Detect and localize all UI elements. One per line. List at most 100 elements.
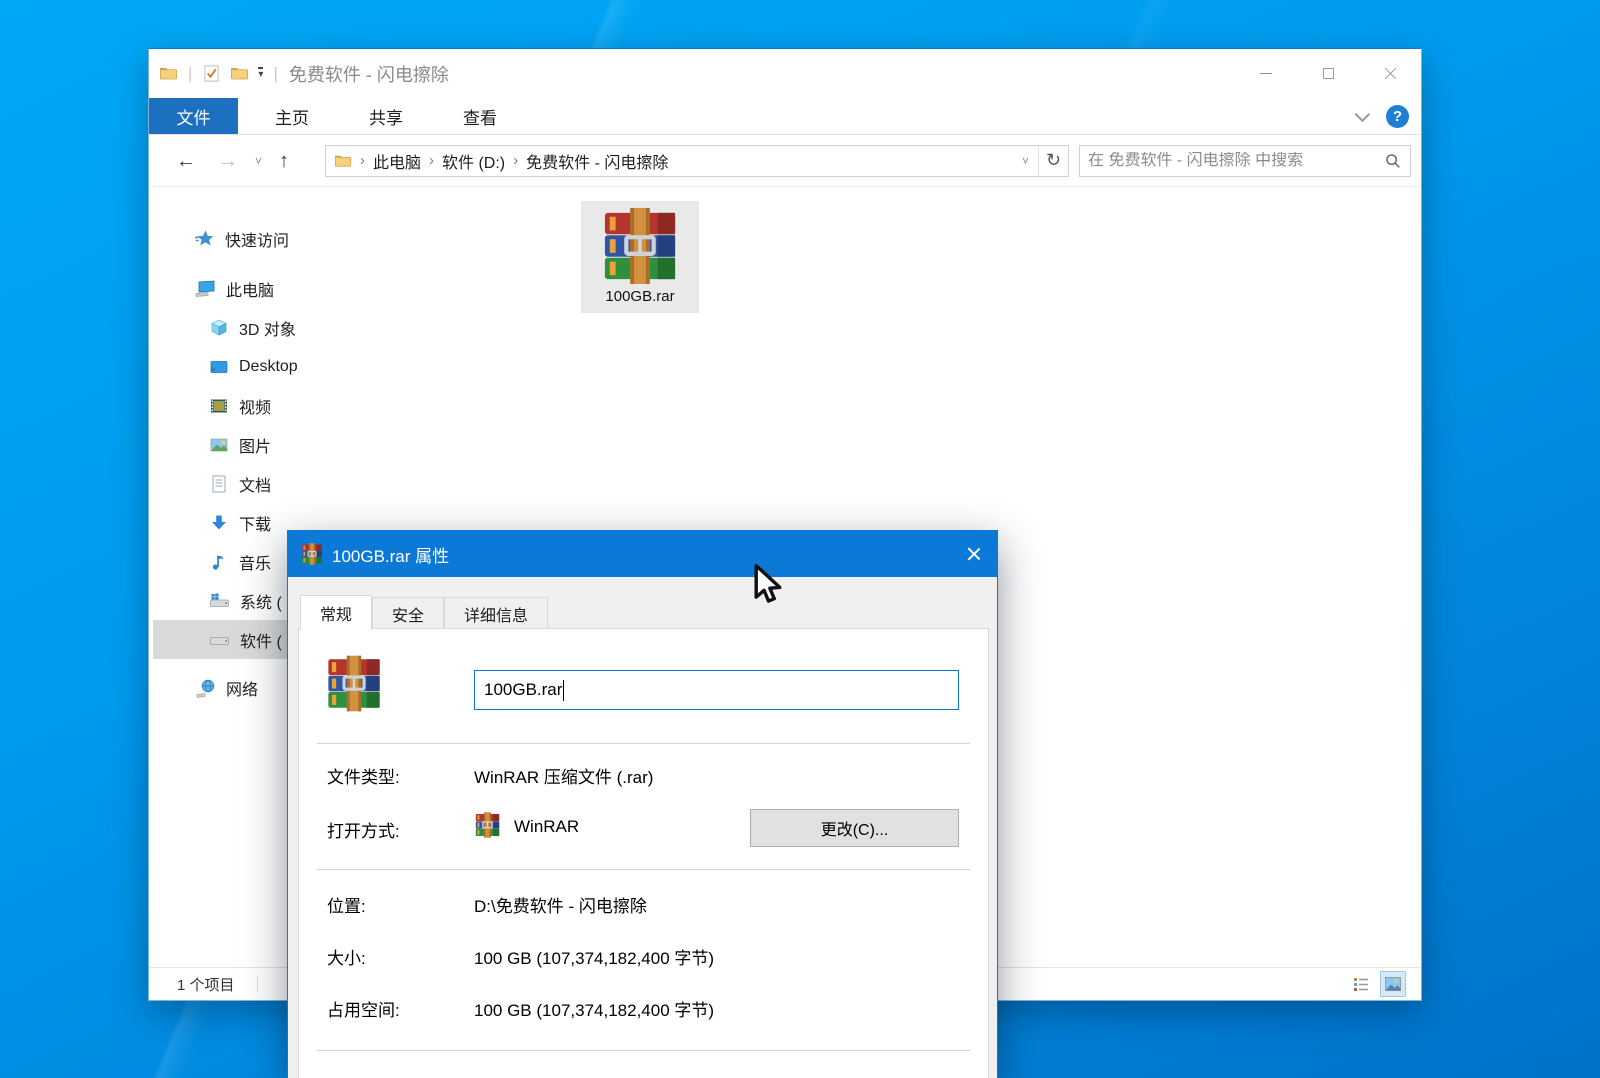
back-button[interactable]: ←	[165, 151, 207, 171]
divider	[317, 743, 970, 744]
sidebar-item-label: 软件 (	[240, 628, 282, 652]
help-icon[interactable]: ?	[1386, 105, 1409, 128]
text-caret	[563, 680, 564, 701]
maximize-button[interactable]	[1297, 49, 1359, 98]
sidebar-item-label: 视频	[239, 394, 271, 418]
forward-button[interactable]: →	[207, 151, 249, 171]
change-button[interactable]: 更改(C)...	[750, 809, 959, 847]
sidebar-item-videos[interactable]: 视频	[153, 386, 453, 425]
expand-ribbon-icon[interactable]	[1355, 106, 1371, 122]
tab-details[interactable]: 详细信息	[444, 597, 548, 630]
chevron-icon: ›	[511, 152, 520, 169]
quick-access-toolbar: | ▾ |	[159, 64, 279, 84]
window-title: 免费软件 - 闪电擦除	[289, 61, 449, 87]
file-type-label: 文件类型:	[327, 763, 400, 788]
chevron-icon: ›	[358, 152, 367, 169]
sidebar-item-quick-access[interactable]: 快速访问	[153, 219, 453, 258]
folder-icon[interactable]	[159, 64, 178, 83]
tab-general[interactable]: 常规	[300, 595, 372, 630]
address-bar[interactable]: › 此电脑 › 软件 (D:) › 免费软件 - 闪电擦除 ˅ ↻	[325, 145, 1069, 177]
quick-access-star-icon	[195, 229, 215, 249]
explorer-titlebar: | ▾ | 免费软件 - 闪电擦除	[149, 49, 1421, 98]
dialog-close-button[interactable]	[949, 531, 997, 577]
close-icon	[1384, 67, 1397, 80]
file-name-label: 100GB.rar	[605, 288, 674, 305]
tab-file[interactable]: 文件	[149, 98, 238, 134]
search-icon[interactable]	[1384, 152, 1402, 170]
sidebar-item-label: 网络	[226, 676, 258, 700]
size-on-disk-value: 100 GB (107,374,182,400 字节)	[474, 996, 714, 1021]
sidebar-item-3d-objects[interactable]: 3D 对象	[153, 308, 453, 347]
dialog-titlebar: 100GB.rar 属性	[288, 531, 997, 577]
details-view-icon	[1351, 974, 1371, 994]
maximize-icon	[1323, 68, 1334, 79]
sidebar-item-label: 音乐	[239, 550, 271, 574]
divider	[317, 1050, 970, 1051]
general-tab-page: 100GB.rar 文件类型: WinRAR 压缩文件 (.rar) 打开方式:…	[298, 628, 989, 1078]
sidebar-item-desktop[interactable]: Desktop	[153, 347, 453, 386]
3d-objects-icon	[209, 318, 229, 338]
file-item-100gb-rar[interactable]: 100GB.rar	[581, 201, 699, 313]
winrar-icon	[301, 543, 323, 565]
sidebar-item-this-pc[interactable]: 此电脑	[153, 269, 453, 308]
search-input[interactable]	[1088, 152, 1384, 170]
address-bar-row: ← → ˅ ↑ › 此电脑 › 软件 (D:) › 免费软件 - 闪电擦除 ˅ …	[149, 135, 1421, 187]
documents-icon	[209, 474, 229, 494]
dialog-title: 100GB.rar 属性	[332, 542, 449, 567]
tab-view[interactable]: 查看	[440, 98, 520, 134]
size-label: 大小:	[327, 944, 366, 969]
breadcrumb-this-pc[interactable]: 此电脑	[367, 149, 427, 173]
large-icons-view-icon	[1383, 974, 1403, 994]
winrar-file-icon	[324, 655, 384, 712]
mouse-cursor	[752, 563, 784, 605]
minimize-button[interactable]	[1235, 49, 1297, 98]
item-count-label: 1 个项目	[149, 974, 235, 995]
videos-icon	[209, 396, 229, 416]
tab-share[interactable]: 共享	[346, 98, 426, 134]
music-icon	[209, 552, 229, 572]
system-drive-icon	[209, 591, 230, 611]
address-dropdown-icon[interactable]: ˅	[1013, 154, 1038, 168]
minimize-icon	[1260, 73, 1272, 74]
large-icons-view-button[interactable]	[1381, 972, 1405, 996]
size-value: 100 GB (107,374,182,400 字节)	[474, 944, 714, 969]
sidebar-item-label: 文档	[239, 472, 271, 496]
chevron-icon: ›	[427, 152, 436, 169]
location-value: D:\免费软件 - 闪电擦除	[474, 892, 647, 917]
separator	[257, 976, 258, 992]
file-type-value: WinRAR 压缩文件 (.rar)	[474, 763, 653, 788]
sidebar-item-label: Desktop	[239, 358, 298, 376]
properties-dialog: 100GB.rar 属性 常规 安全 详细信息 100GB.rar 文件类型: …	[287, 530, 998, 1078]
filename-input[interactable]: 100GB.rar	[474, 670, 959, 710]
network-icon	[195, 678, 216, 698]
breadcrumb-drive-d[interactable]: 软件 (D:)	[436, 149, 511, 173]
details-view-button[interactable]	[1349, 972, 1373, 996]
tab-home[interactable]: 主页	[252, 98, 332, 134]
sidebar-item-pictures[interactable]: 图片	[153, 425, 453, 464]
separator: |	[272, 64, 278, 84]
downloads-icon	[209, 513, 229, 533]
recent-locations-dropdown-icon[interactable]: ˅	[249, 155, 268, 167]
refresh-icon[interactable]: ↻	[1038, 146, 1068, 176]
opens-with-label: 打开方式:	[327, 817, 400, 842]
qat-customize-dropdown-icon[interactable]: ▾	[258, 67, 263, 80]
close-button[interactable]	[1359, 49, 1421, 98]
this-pc-icon	[195, 279, 216, 299]
search-box	[1079, 145, 1411, 177]
opens-with-value: WinRAR	[514, 817, 579, 837]
sidebar-item-label: 系统 (	[240, 589, 282, 613]
desktop-icon	[209, 357, 229, 377]
tab-security[interactable]: 安全	[372, 597, 444, 630]
location-folder-icon	[334, 152, 352, 170]
ribbon-tab-strip: 文件 主页 共享 查看 ?	[149, 98, 1421, 135]
winrar-file-icon	[599, 207, 681, 285]
up-button[interactable]: ↑	[268, 151, 300, 171]
desktop: | ▾ | 免费软件 - 闪电擦除 文件 主页 共享 查看	[0, 0, 1600, 1078]
filename-value: 100GB.rar	[484, 680, 562, 700]
properties-check-icon[interactable]	[202, 64, 221, 83]
dialog-tab-strip: 常规 安全 详细信息	[300, 595, 548, 630]
new-folder-icon[interactable]	[230, 64, 249, 83]
separator: |	[187, 64, 193, 84]
breadcrumb-current-folder[interactable]: 免费软件 - 闪电擦除	[520, 149, 674, 173]
sidebar-item-documents[interactable]: 文档	[153, 464, 453, 503]
